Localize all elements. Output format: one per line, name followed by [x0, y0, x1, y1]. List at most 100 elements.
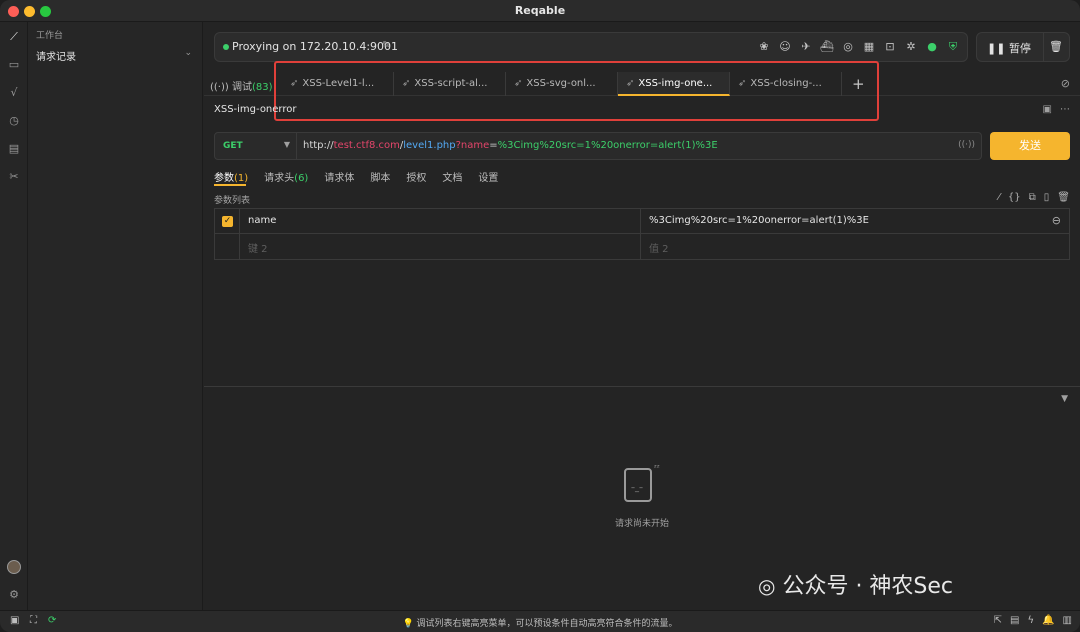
- save-icon[interactable]: ▣: [1043, 104, 1052, 115]
- window-title: Reqable: [514, 4, 566, 17]
- panel-icon[interactable]: ▥: [1063, 615, 1072, 626]
- tab-label: 参数: [214, 173, 234, 184]
- history-icon[interactable]: ◷: [7, 114, 21, 128]
- params-actions: ⁄ {} ⧉ ▯ 🗑: [990, 192, 1070, 203]
- airplane-icon[interactable]: ✈: [798, 39, 814, 55]
- face-icon[interactable]: ☺: [777, 39, 793, 55]
- caret-down-icon: ▼: [283, 140, 290, 149]
- params-list-label: 参数列表: [214, 196, 251, 206]
- sleeping-clipboard-icon: –_–: [624, 468, 652, 502]
- qr-icon[interactable]: ▦: [861, 39, 877, 55]
- panel-splitter[interactable]: [204, 386, 1080, 387]
- bulb-icon: 💡: [402, 619, 417, 629]
- empty-state-text: 请求尚未开始: [614, 519, 669, 529]
- pause-button[interactable]: ❚❚ 暂停: [987, 40, 1031, 56]
- divider: [640, 234, 641, 259]
- tab-docs[interactable]: 文档: [442, 169, 462, 184]
- bug-icon[interactable]: ✲: [903, 39, 919, 55]
- tab-settings[interactable]: 设置: [478, 169, 498, 184]
- status-hint-text: 调试列表右键高亮菜单，可以预设条件自动高亮符合条件的流量。: [416, 619, 678, 629]
- activity-bar: ⟋ ▭ √ ◷ ▤ ✂ ⚙: [0, 22, 28, 610]
- antenna-icon[interactable]: ((·)): [958, 140, 975, 150]
- bell-icon[interactable]: 🔔: [1042, 615, 1054, 626]
- param-checkbox-cell: ✓: [215, 209, 240, 234]
- url-scheme: http://: [303, 140, 334, 151]
- inbox-icon[interactable]: ▭: [7, 58, 21, 72]
- face-glyph: –_–: [631, 483, 643, 492]
- method-select[interactable]: GET ▼: [215, 133, 297, 159]
- tab-body[interactable]: 请求体: [324, 169, 354, 184]
- sidebar-item-request-records[interactable]: 请求记录 ⌄: [36, 48, 196, 63]
- sidebar: 工作台 请求记录 ⌄: [28, 22, 203, 610]
- title-bar: Reqable: [0, 0, 1080, 22]
- paste-icon[interactable]: ▯: [1044, 192, 1050, 203]
- watermark-text: 公众号 · 神农Sec: [782, 574, 954, 599]
- pencil-icon[interactable]: ✎: [382, 40, 390, 51]
- wand-icon[interactable]: ⁄: [998, 192, 1000, 203]
- status-actions: ⇱ ▤ ϟ 🔔 ▥: [994, 615, 1072, 626]
- zz-icon: ᶻᶻ: [654, 463, 660, 472]
- pause-icon: ❚❚: [987, 42, 1009, 55]
- app-window: Reqable ⟋ ▭ √ ◷ ▤ ✂ ⚙ 工作台 请求记录 ⌄ Proxyin…: [0, 0, 1080, 632]
- url-bar: GET ▼ http://test.ctf8.com/level1.php?na…: [214, 132, 982, 160]
- antenna-icon: ((·)): [210, 82, 232, 93]
- avatar[interactable]: [7, 560, 21, 574]
- globe-icon[interactable]: ●: [924, 39, 940, 55]
- caret-down-icon[interactable]: ▼: [1061, 394, 1068, 404]
- tab-debug-label: 调试: [231, 82, 252, 93]
- tools-icon[interactable]: ✂: [7, 170, 21, 184]
- pause-label: 暂停: [1008, 42, 1031, 55]
- divider: [640, 209, 641, 234]
- export-icon[interactable]: ⇱: [994, 615, 1002, 626]
- compass-icon[interactable]: ◎: [840, 39, 856, 55]
- proxy-status-bar: Proxying on 172.20.10.4:9001 ✎ ❀ ☺ ✈ ⛴ ◎…: [214, 32, 968, 62]
- more-icon[interactable]: ⋯: [1060, 104, 1070, 115]
- proxy-status-text: Proxying on 172.20.10.4:9001: [232, 40, 399, 53]
- sidebar-section-label: 工作台: [36, 31, 64, 41]
- param-key[interactable]: name: [248, 215, 276, 226]
- param-checkbox-cell: [215, 234, 240, 259]
- camera-off-icon[interactable]: ⊘: [1061, 77, 1070, 90]
- active-tab-indicator: [214, 184, 246, 186]
- copy-icon[interactable]: ⧉: [1029, 192, 1036, 203]
- chat-icon[interactable]: ▤: [1010, 615, 1019, 626]
- status-bar: ▣ ⛶ ⟳ 💡 调试列表右键高亮菜单，可以预设条件自动高亮符合条件的流量。 ⇱ …: [0, 610, 1080, 632]
- tab-params[interactable]: 参数(1): [214, 169, 248, 184]
- table-row: 键 2 值 2: [215, 234, 1069, 259]
- lock-icon[interactable]: ⊡: [882, 39, 898, 55]
- cookie-icon[interactable]: ❀: [756, 39, 772, 55]
- ship-icon[interactable]: ⛴: [819, 39, 835, 55]
- url-param-key: name: [460, 140, 490, 151]
- tab-auth[interactable]: 授权: [406, 169, 426, 184]
- url-host: test.ctf8.com: [333, 140, 400, 151]
- shield-icon[interactable]: ⛨: [945, 39, 961, 55]
- params-table: ✓ name %3Cimg%20src=1%20onerror=alert(1)…: [214, 208, 1070, 260]
- sidebar-item-label: 请求记录: [36, 52, 76, 63]
- formula-icon[interactable]: √: [7, 86, 21, 100]
- remove-row-icon[interactable]: ⊖: [1052, 214, 1061, 227]
- param-value-placeholder[interactable]: 值 2: [649, 240, 669, 255]
- wechat-icon: ◎: [758, 574, 776, 598]
- param-key-placeholder[interactable]: 键 2: [248, 240, 268, 255]
- lightning-icon[interactable]: ϟ: [1027, 615, 1034, 626]
- tab-script[interactable]: 脚本: [370, 169, 390, 184]
- param-checkbox[interactable]: ✓: [222, 216, 233, 227]
- trash-icon[interactable]: 🗑: [1057, 192, 1070, 203]
- param-value[interactable]: %3Cimg%20src=1%20onerror=alert(1)%3E: [649, 215, 869, 226]
- tab-headers[interactable]: 请求头(6): [264, 169, 308, 184]
- gear-icon[interactable]: ⚙: [7, 588, 21, 602]
- send-button[interactable]: 发送: [990, 132, 1070, 160]
- tab-label: 请求头: [264, 173, 295, 184]
- status-hint: 💡 调试列表右键高亮菜单，可以预设条件自动高亮符合条件的流量。: [0, 616, 1080, 629]
- tab-debug[interactable]: ((·)) 调试(83): [210, 78, 273, 93]
- trash-icon[interactable]: 🗑: [1049, 40, 1063, 53]
- capture-controls: ❚❚ 暂停 🗑: [976, 32, 1070, 62]
- leaf-icon[interactable]: ⟋: [7, 30, 21, 44]
- url-input[interactable]: http://test.ctf8.com/level1.php?name=%3C…: [303, 140, 718, 151]
- document-icon[interactable]: ▤: [7, 142, 21, 156]
- request-name[interactable]: XSS-img-onerror: [214, 104, 296, 115]
- url-param-value: %3Cimg%20src=1%20onerror=alert(1)%3E: [497, 140, 718, 151]
- tab-debug-count: (83): [251, 82, 273, 93]
- table-row: ✓ name %3Cimg%20src=1%20onerror=alert(1)…: [215, 209, 1069, 234]
- braces-icon[interactable]: {}: [1008, 192, 1021, 203]
